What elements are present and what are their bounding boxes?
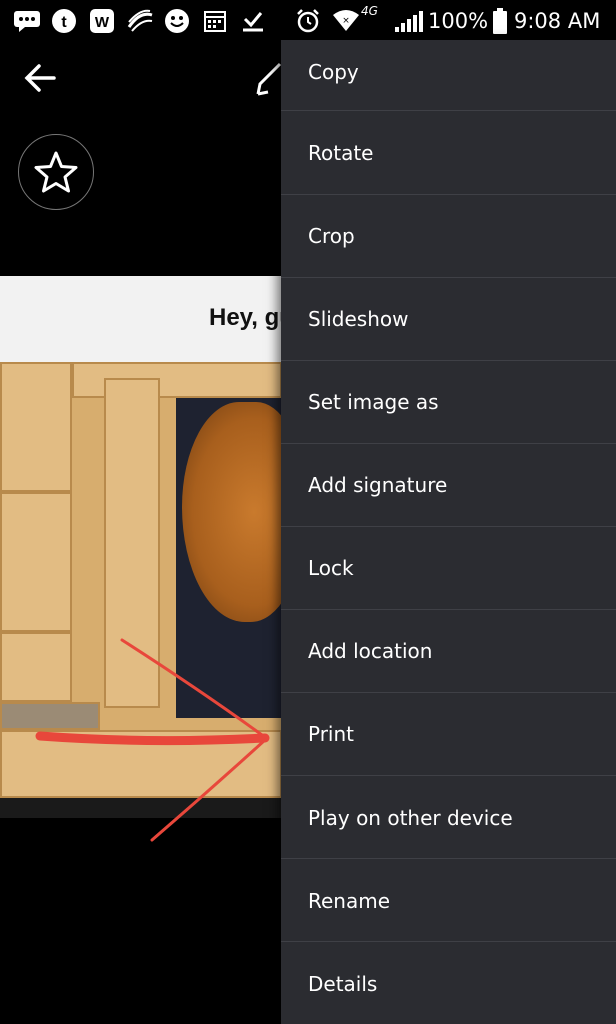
svg-text:W: W (95, 14, 110, 31)
menu-item-rotate[interactable]: Rotate (281, 111, 616, 194)
menu-item-add-signature[interactable]: Add signature (281, 443, 616, 526)
star-icon (34, 151, 78, 193)
clock: 9:08 AM (514, 9, 601, 33)
battery-percent: 100% (428, 9, 489, 33)
calendar-icon (202, 8, 228, 34)
menu-item-play-on-other-device[interactable]: Play on other device (281, 776, 616, 859)
menu-item-crop[interactable]: Crop (281, 194, 616, 277)
menu-item-slideshow[interactable]: Slideshow (281, 277, 616, 360)
w-app-icon: W (88, 8, 116, 34)
wood-board (0, 362, 72, 492)
menu-item-add-location[interactable]: Add location (281, 609, 616, 692)
wood-board (0, 702, 100, 730)
network-type-label: 4G (361, 4, 378, 18)
smiley-icon (163, 8, 191, 34)
svg-text:t: t (61, 14, 67, 31)
menu-item-rename[interactable]: Rename (281, 859, 616, 942)
signal-icon (392, 8, 424, 34)
alarm-icon (294, 8, 322, 34)
wifi-icon: × (332, 8, 360, 34)
wood-board (104, 378, 160, 708)
menu-item-details[interactable]: Details (281, 942, 616, 1024)
menu-item-set-image-as[interactable]: Set image as (281, 360, 616, 443)
favorite-button[interactable] (18, 134, 94, 210)
wood-board (0, 492, 72, 632)
svg-text:×: × (342, 16, 350, 26)
chat-icon (12, 8, 42, 34)
battery-icon (492, 8, 508, 34)
status-bar: t W × 4G 100% 9:08 AM (0, 0, 616, 42)
overflow-menu: Copy Rotate Crop Slideshow Set image as … (281, 40, 616, 1024)
tumblr-icon: t (50, 8, 78, 34)
back-arrow-icon (24, 64, 56, 92)
download-icon (240, 8, 266, 34)
wood-board (0, 730, 282, 798)
menu-item-print[interactable]: Print (281, 692, 616, 775)
menu-item-lock[interactable]: Lock (281, 526, 616, 609)
swiftkey-icon (125, 8, 155, 34)
back-button[interactable] (18, 56, 62, 100)
menu-item-copy[interactable]: Copy (281, 40, 616, 110)
wood-board (0, 632, 72, 702)
